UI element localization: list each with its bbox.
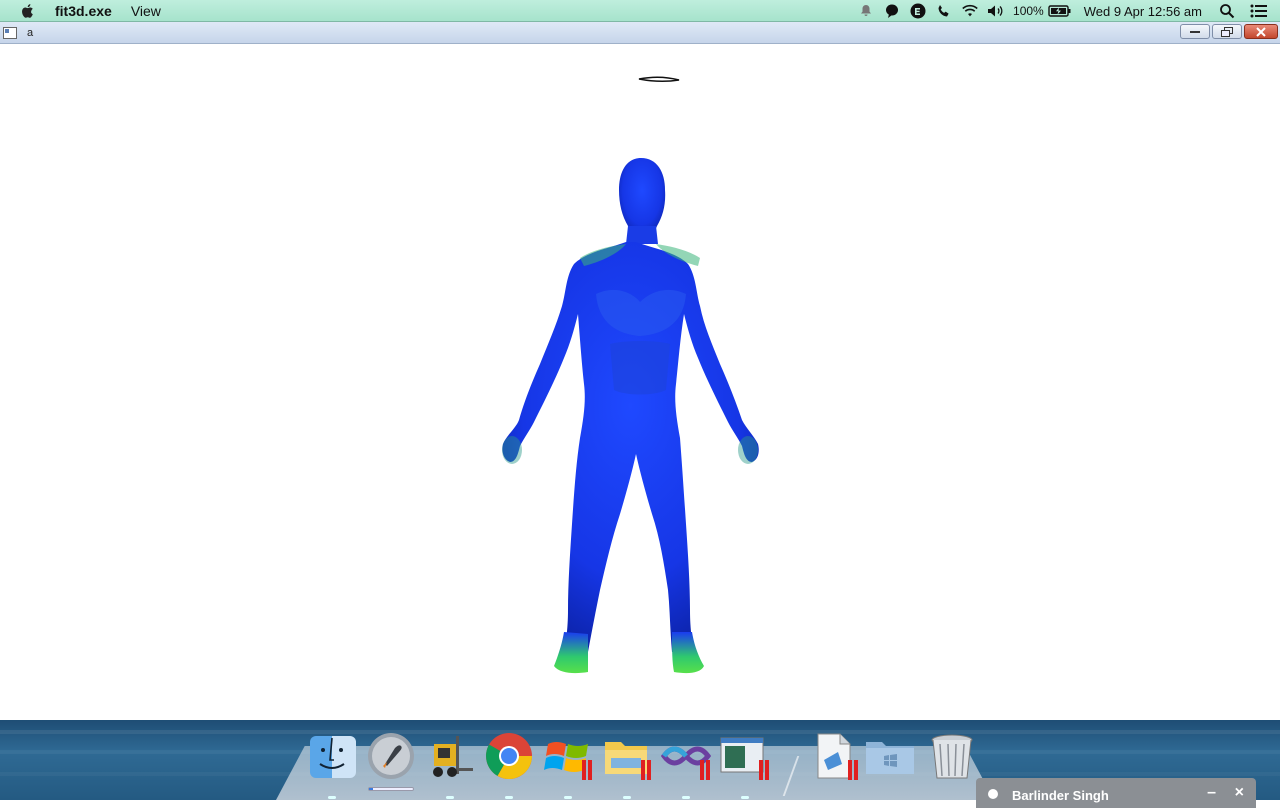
- 3d-viewport[interactable]: [0, 44, 1280, 720]
- notification-icon[interactable]: [857, 2, 875, 20]
- minimize-icon[interactable]: –: [1207, 784, 1216, 802]
- menu-view[interactable]: View: [131, 3, 161, 19]
- model-foot-right: [672, 632, 704, 674]
- launchpad-icon[interactable]: [365, 730, 417, 782]
- apple-menu-icon[interactable]: [19, 2, 37, 20]
- model-foot-left: [554, 632, 588, 674]
- visual-studio-icon[interactable]: [660, 730, 712, 782]
- close-icon[interactable]: ×: [1235, 784, 1244, 802]
- forklift-icon[interactable]: [424, 730, 476, 782]
- battery-icon[interactable]: [1048, 2, 1072, 20]
- status-dot-icon: [988, 789, 998, 799]
- trash-icon[interactable]: [926, 730, 978, 782]
- battery-percent[interactable]: 100%: [1013, 4, 1044, 18]
- model-neck: [626, 226, 658, 244]
- window-titlebar[interactable]: a: [0, 22, 1280, 44]
- floor-marker: [638, 76, 680, 83]
- windows-window-icon[interactable]: [719, 730, 771, 782]
- running-indicator: [623, 796, 631, 799]
- running-indicator: [682, 796, 690, 799]
- notification-name: Barlinder Singh: [1012, 788, 1109, 803]
- close-button[interactable]: [1244, 24, 1278, 39]
- clock[interactable]: Wed 9 Apr 12:56 am: [1084, 4, 1202, 19]
- launchpad-progress: [368, 787, 414, 791]
- phone-icon[interactable]: [935, 2, 953, 20]
- chrome-icon[interactable]: [483, 730, 535, 782]
- model-hand-right: [738, 436, 758, 464]
- minimize-icon: [1190, 30, 1200, 33]
- minimize-button[interactable]: [1180, 24, 1210, 39]
- finder-icon[interactable]: [306, 730, 358, 782]
- model-hand-left: [502, 436, 522, 464]
- 3d-body-model[interactable]: [0, 44, 1280, 720]
- model-abs-shading: [610, 341, 670, 395]
- menu-bar: fit3d.exe View 100% Wed 9 Apr 12:56 am: [0, 0, 1280, 22]
- windows-folder-icon[interactable]: [864, 730, 916, 782]
- spotlight-icon[interactable]: [1218, 2, 1236, 20]
- volume-icon[interactable]: [987, 2, 1005, 20]
- notification-center-icon[interactable]: [1250, 2, 1268, 20]
- running-indicator: [446, 796, 454, 799]
- window-title: a: [27, 26, 34, 39]
- status-area: 100% Wed 9 Apr 12:56 am: [857, 0, 1280, 22]
- restore-icon: [1221, 26, 1233, 37]
- windows-app-icon[interactable]: [542, 730, 594, 782]
- chat-notification[interactable]: Barlinder Singh – ×: [976, 778, 1256, 808]
- app-name-menu[interactable]: fit3d.exe: [55, 3, 112, 19]
- window-controls: [1180, 24, 1278, 39]
- running-indicator: [328, 796, 336, 799]
- running-indicator: [564, 796, 572, 799]
- wifi-icon[interactable]: [961, 2, 979, 20]
- document-icon[interactable]: [808, 730, 860, 782]
- close-icon: [1256, 26, 1266, 37]
- evernote-icon[interactable]: [909, 2, 927, 20]
- running-indicator: [505, 796, 513, 799]
- windows-explorer-icon[interactable]: [601, 730, 653, 782]
- chat-bubble-icon[interactable]: [883, 2, 901, 20]
- restore-button[interactable]: [1212, 24, 1242, 39]
- running-indicator: [741, 796, 749, 799]
- window-app-icon: [3, 26, 17, 39]
